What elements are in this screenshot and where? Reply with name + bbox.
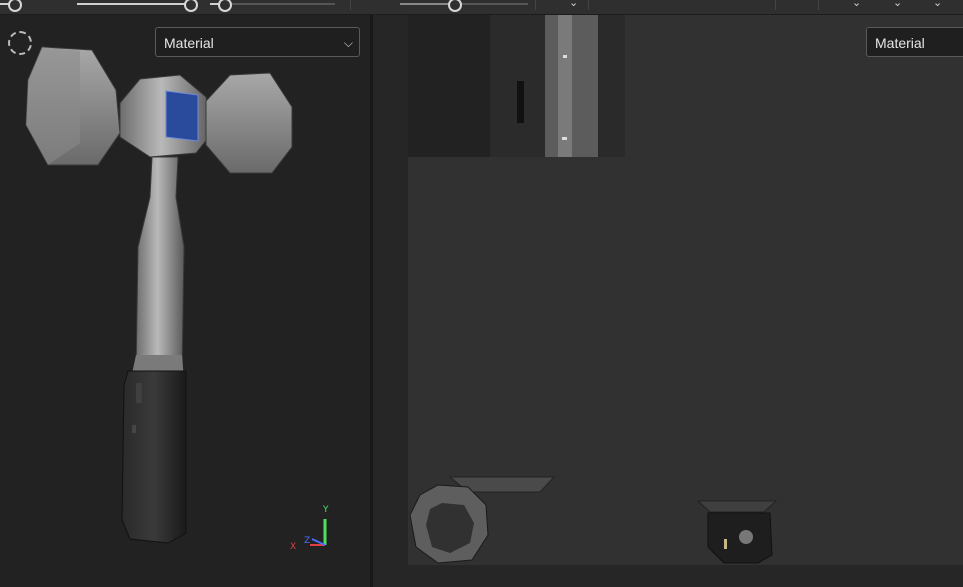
slider-3-knob[interactable]: [218, 0, 232, 12]
slider-1[interactable]: [0, 0, 22, 12]
axis-y-label: Y: [323, 505, 329, 515]
slider-4[interactable]: [400, 0, 528, 12]
slider-2-knob[interactable]: [184, 0, 198, 12]
selected-face[interactable]: [165, 90, 199, 142]
material-select-right[interactable]: Material: [866, 27, 963, 57]
3d-viewport[interactable]: Material ⌵ Y X Z: [0, 15, 370, 587]
uv-viewport[interactable]: Material: [373, 15, 963, 587]
top-toolbar: ⌄ ⌄ ⌄ ⌄: [0, 0, 963, 15]
chevron-down-icon[interactable]: ⌄: [569, 0, 578, 9]
hammer-head-right: [205, 72, 293, 174]
uv-islands: [408, 15, 778, 564]
uv-canvas[interactable]: [408, 15, 963, 565]
hammer-grip: [121, 370, 187, 544]
toolbar-separator: [350, 0, 351, 10]
slider-3[interactable]: [210, 0, 335, 12]
toolbar-separator: [818, 0, 819, 10]
hammer-model[interactable]: [0, 15, 370, 587]
toolbar-separator: [535, 0, 536, 10]
axis-z-label: Z: [304, 536, 311, 546]
chevron-down-icon[interactable]: ⌄: [852, 0, 861, 9]
toolbar-separator: [775, 0, 776, 10]
slider-2[interactable]: [77, 0, 198, 12]
chevron-down-icon[interactable]: ⌄: [933, 0, 942, 9]
hammer-handle: [135, 156, 185, 376]
toolbar-separator: [588, 0, 589, 10]
slider-4-knob[interactable]: [448, 0, 462, 12]
slider-1-knob[interactable]: [8, 0, 22, 12]
chevron-down-icon[interactable]: ⌄: [893, 0, 902, 9]
material-select-right-value: Material: [875, 35, 925, 51]
axis-x-label: X: [290, 542, 297, 552]
